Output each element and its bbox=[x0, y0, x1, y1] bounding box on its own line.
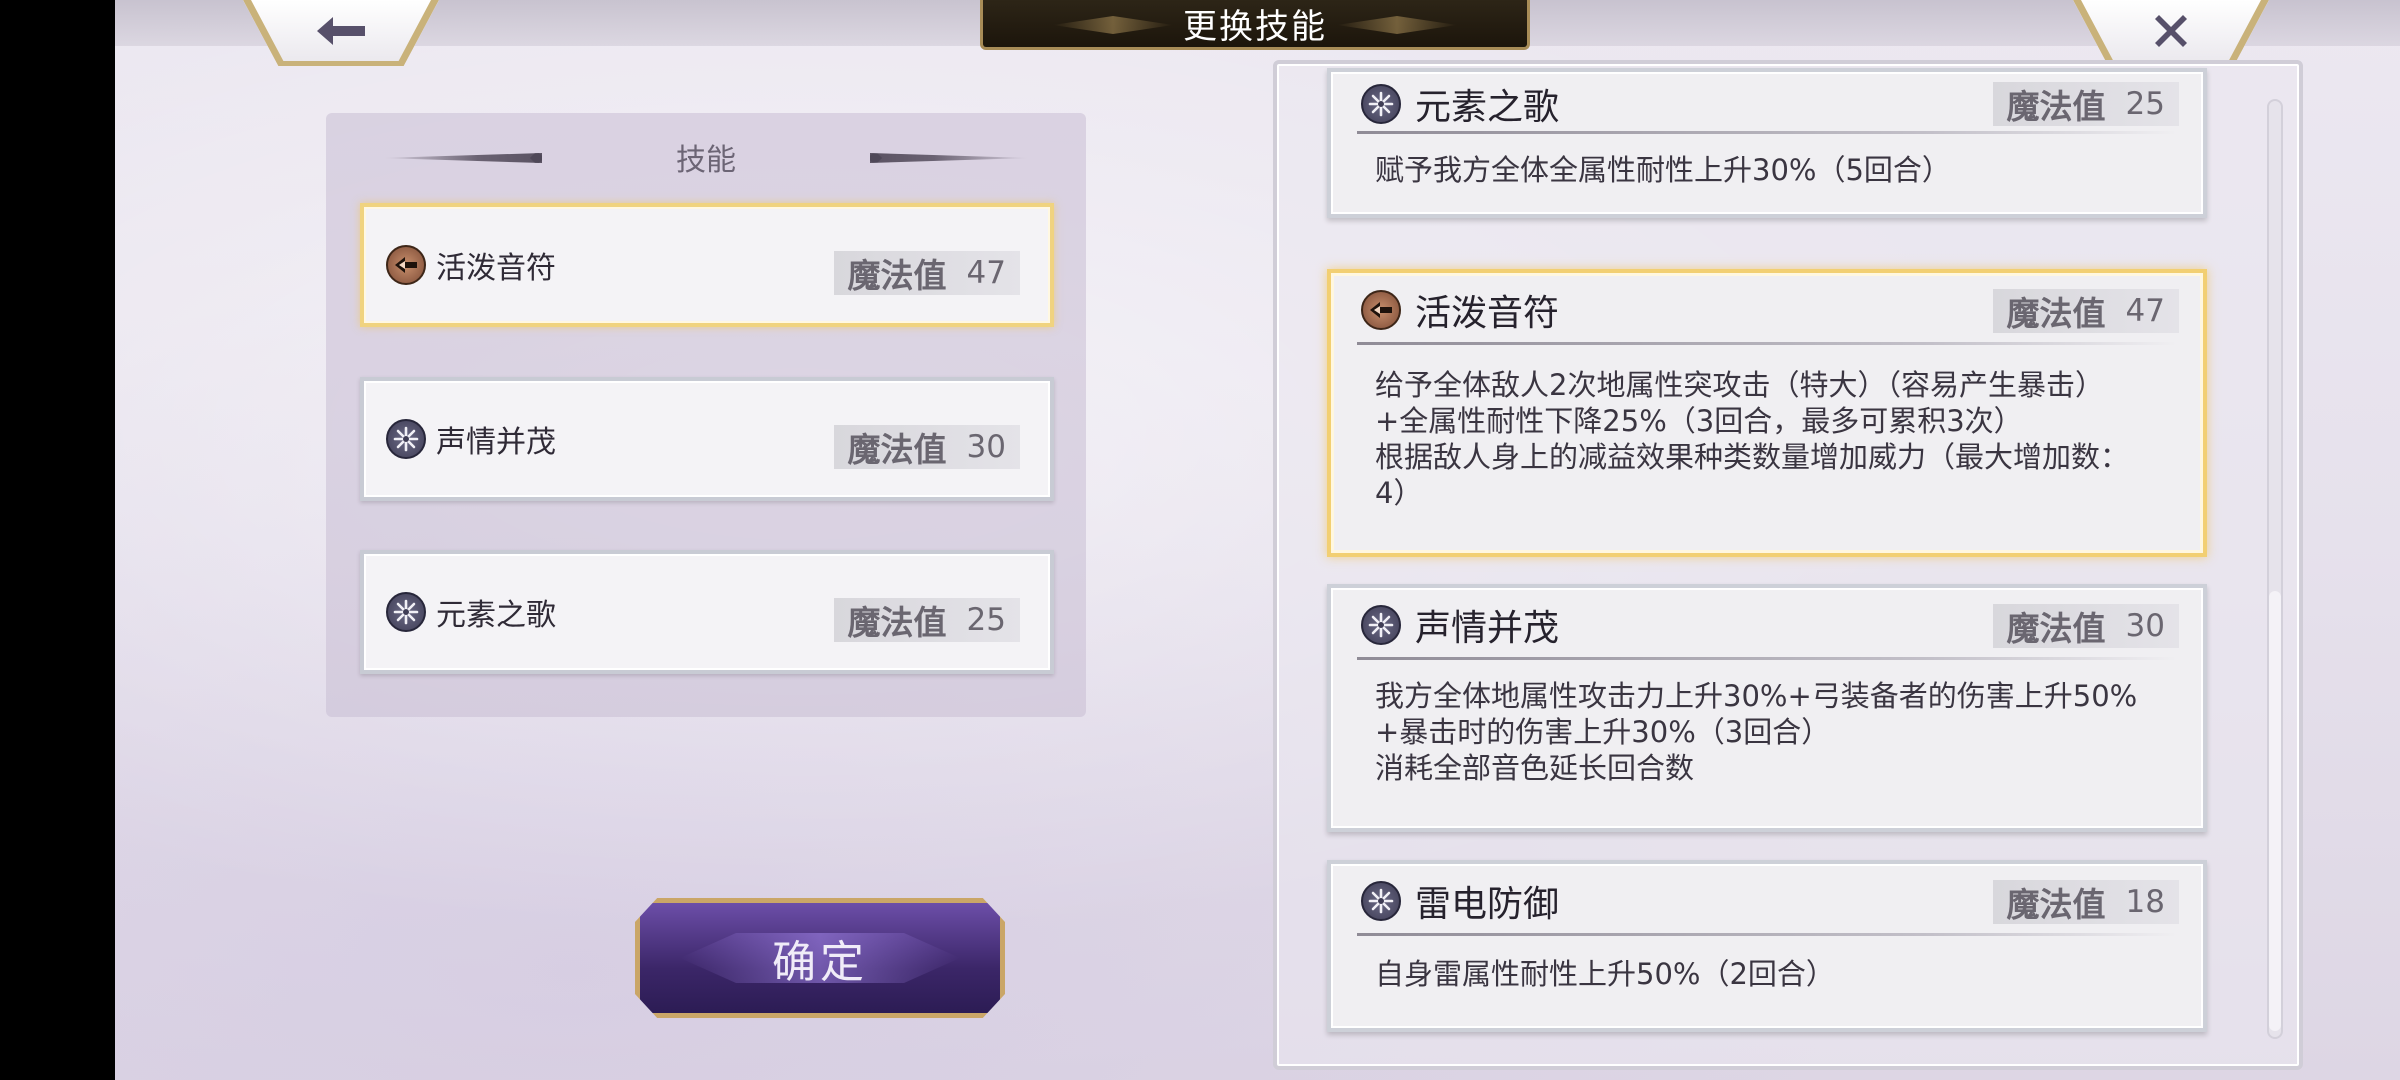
divider bbox=[1357, 657, 2177, 660]
mp-label: 魔法值 bbox=[847, 256, 947, 295]
skill-description: 赋予我方全体全属性耐性上升30%（5回合） bbox=[1331, 136, 2203, 188]
mp-value: 30 bbox=[966, 429, 1006, 465]
arrow-icon bbox=[386, 245, 426, 285]
desc-line: 我方全体地属性攻击力上升30%+弓装备者的伤害上升50% bbox=[1375, 679, 2138, 713]
desc-line: 给予全体敌人2次地属性突攻击（特大）（容易产生暴击） bbox=[1375, 368, 2104, 402]
mp-label: 魔法值 bbox=[2006, 294, 2106, 333]
skill-slot-name: 声情并茂 bbox=[436, 425, 556, 460]
snowflake-icon bbox=[1361, 881, 1401, 921]
desc-line: 赋予我方全体全属性耐性上升30%（5回合） bbox=[1375, 153, 1951, 187]
mp-value: 30 bbox=[2125, 608, 2165, 644]
close-button[interactable] bbox=[2073, 0, 2269, 66]
mp-badge: 魔法值 30 bbox=[833, 425, 1020, 469]
mp-value: 47 bbox=[2125, 293, 2165, 329]
mp-value: 25 bbox=[2125, 86, 2165, 122]
desc-line: 4） bbox=[1375, 476, 1423, 510]
skill-description: 自身雷属性耐性上升50%（2回合） bbox=[1331, 938, 2203, 992]
snowflake-icon bbox=[386, 592, 426, 632]
desc-line: 自身雷属性耐性上升50%（2回合） bbox=[1375, 957, 1835, 991]
skill-list-panel[interactable]: 元素之歌 魔法值 25 赋予我方全体全属性耐性上升30%（5回合） 活泼音符 魔… bbox=[1273, 60, 2303, 1070]
divider bbox=[1357, 342, 2177, 345]
divider bbox=[1357, 131, 2177, 134]
skill-slot-name: 元素之歌 bbox=[436, 598, 556, 633]
desc-line: +全属性耐性下降25%（3回合，最多可累积3次） bbox=[1375, 404, 2023, 438]
skill-card-1[interactable]: 元素之歌 魔法值 25 赋予我方全体全属性耐性上升30%（5回合） bbox=[1327, 68, 2207, 218]
page-title: 更换技能 bbox=[1183, 7, 1327, 47]
snowflake-icon bbox=[1361, 605, 1401, 645]
skill-slot-2[interactable]: 声情并茂 魔法值 30 bbox=[360, 377, 1054, 501]
skill-card-4[interactable]: 雷电防御 魔法值 18 自身雷属性耐性上升50%（2回合） bbox=[1327, 860, 2207, 1032]
skill-slot-1[interactable]: 活泼音符 魔法值 47 bbox=[360, 203, 1054, 327]
divider bbox=[1357, 933, 2177, 936]
desc-line: 根据敌人身上的减益效果种类数量增加威力（最大增加数： bbox=[1375, 440, 2130, 474]
mp-label: 魔法值 bbox=[2006, 609, 2106, 648]
mp-badge: 魔法值 47 bbox=[1992, 289, 2179, 333]
card-header: 声情并茂 魔法值 30 bbox=[1331, 588, 2203, 662]
mp-value: 18 bbox=[2125, 884, 2165, 920]
confirm-button[interactable]: 确定 bbox=[635, 898, 1005, 1018]
snowflake-icon bbox=[386, 419, 426, 459]
skill-slot-name: 活泼音符 bbox=[436, 251, 556, 286]
skill-card-3[interactable]: 声情并茂 魔法值 30 我方全体地属性攻击力上升30%+弓装备者的伤害上升50%… bbox=[1327, 584, 2207, 832]
mp-label: 魔法值 bbox=[847, 430, 947, 469]
skill-description: 给予全体敌人2次地属性突攻击（特大）（容易产生暴击） +全属性耐性下降25%（3… bbox=[1331, 347, 2203, 511]
desc-line: 消耗全部音色延长回合数 bbox=[1375, 751, 1695, 785]
confirm-label: 确定 bbox=[772, 937, 868, 988]
skill-card-2[interactable]: 活泼音符 魔法值 47 给予全体敌人2次地属性突攻击（特大）（容易产生暴击） +… bbox=[1327, 269, 2207, 557]
mp-label: 魔法值 bbox=[847, 603, 947, 642]
skill-name: 雷电防御 bbox=[1415, 884, 1560, 925]
skill-slot-3[interactable]: 元素之歌 魔法值 25 bbox=[360, 550, 1054, 674]
skill-description: 我方全体地属性攻击力上升30%+弓装备者的伤害上升50% +暴击时的伤害上升30… bbox=[1331, 662, 2203, 786]
mp-badge: 魔法值 47 bbox=[833, 251, 1020, 295]
mp-badge: 魔法值 25 bbox=[1992, 82, 2179, 126]
skill-name: 声情并茂 bbox=[1415, 608, 1560, 649]
mp-badge: 魔法值 30 bbox=[1992, 604, 2179, 648]
desc-line: +暴击时的伤害上升30%（3回合） bbox=[1375, 715, 1831, 749]
skill-name: 元素之歌 bbox=[1415, 87, 1560, 128]
skill-name: 活泼音符 bbox=[1415, 293, 1560, 334]
scrollbar-thumb[interactable] bbox=[2269, 591, 2281, 1031]
card-header: 活泼音符 魔法值 47 bbox=[1331, 273, 2203, 347]
game-screen: 更换技能 技能 活泼音符 魔法值 47 声情并茂 魔法值 30 元素之歌 魔法值… bbox=[115, 0, 2400, 1080]
mp-badge: 魔法值 25 bbox=[833, 598, 1020, 642]
mp-label: 魔法值 bbox=[2006, 885, 2106, 924]
card-header: 雷电防御 魔法值 18 bbox=[1331, 864, 2203, 938]
mp-value: 47 bbox=[966, 255, 1006, 291]
equipped-skills-panel: 技能 活泼音符 魔法值 47 声情并茂 魔法值 30 元素之歌 魔法值 25 bbox=[326, 113, 1086, 717]
mp-label: 魔法值 bbox=[2006, 87, 2106, 126]
back-button[interactable] bbox=[243, 0, 439, 66]
mp-badge: 魔法值 18 bbox=[1992, 880, 2179, 924]
mp-value: 25 bbox=[966, 602, 1006, 638]
title-plate: 更换技能 bbox=[980, 0, 1530, 50]
snowflake-icon bbox=[1361, 84, 1401, 124]
card-header: 元素之歌 魔法值 25 bbox=[1331, 72, 2203, 136]
arrow-icon bbox=[1361, 290, 1401, 330]
scrollbar[interactable] bbox=[2267, 99, 2283, 1039]
